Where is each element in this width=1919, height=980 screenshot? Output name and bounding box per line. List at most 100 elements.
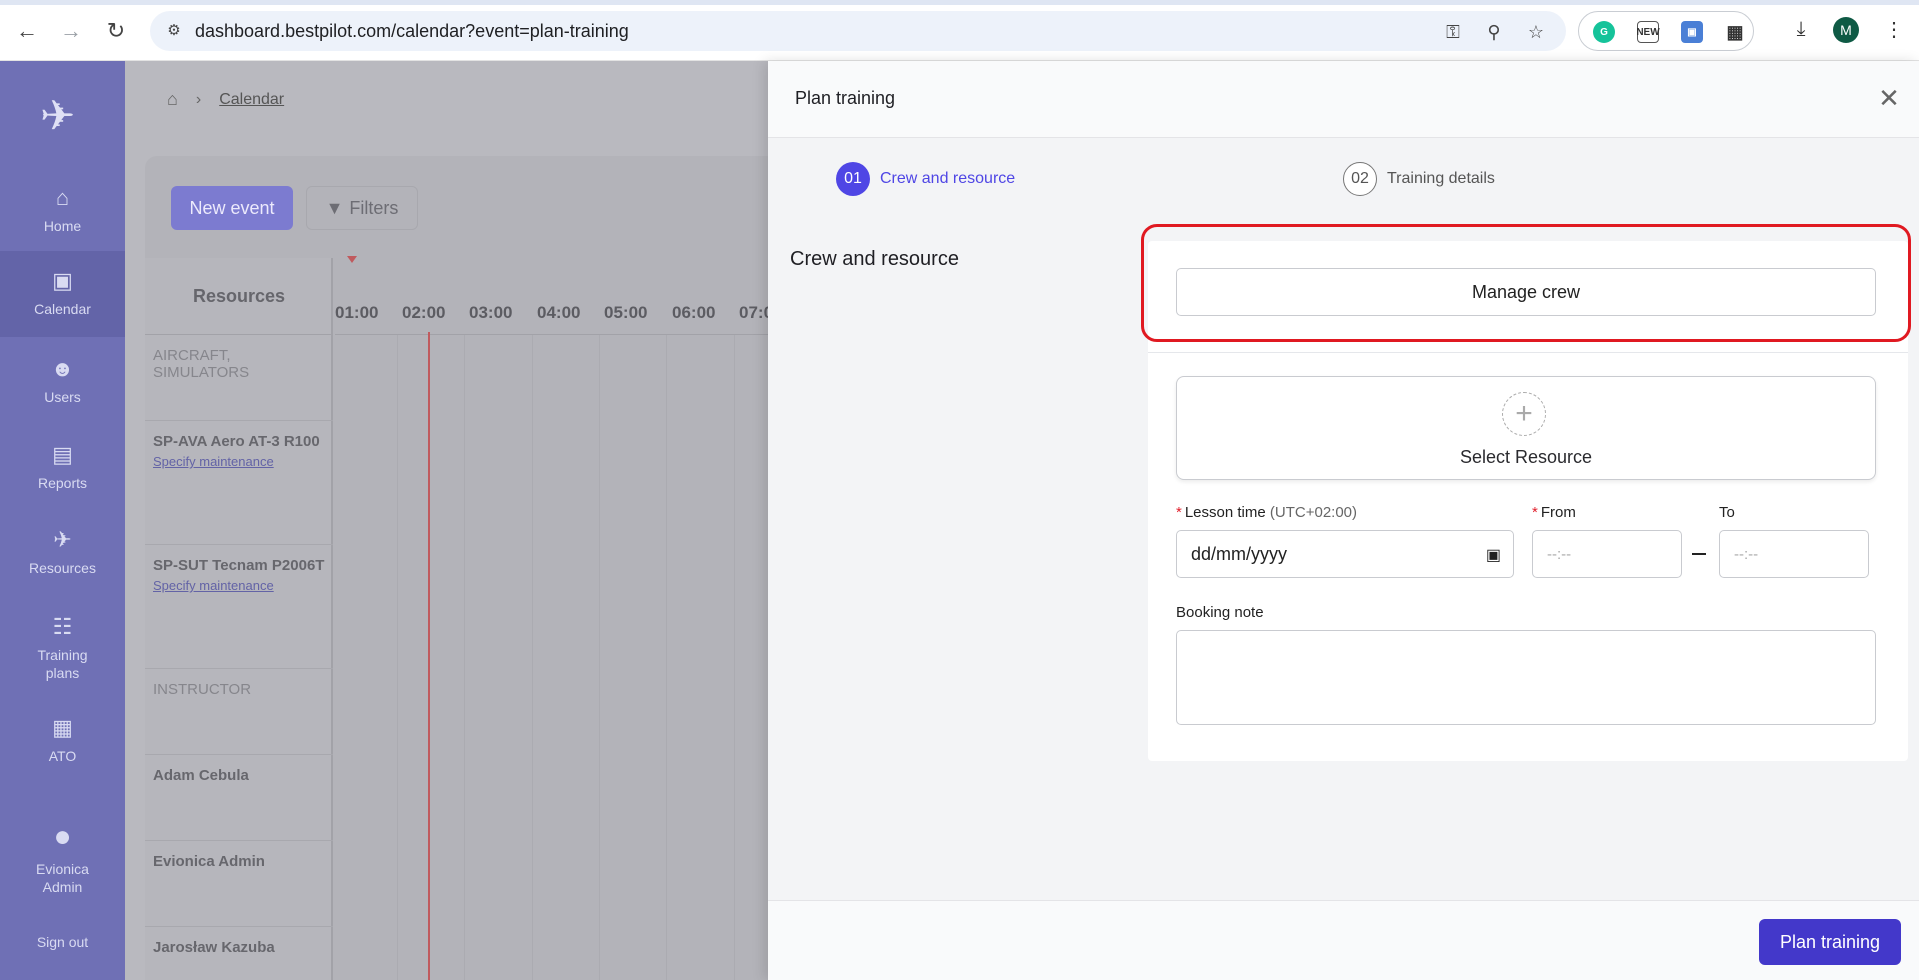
- password-key-icon[interactable]: ⚿: [1442, 21, 1464, 43]
- sidebar-item-label: Sign out: [36, 934, 89, 950]
- browser-menu-icon[interactable]: ⋮: [1879, 14, 1909, 44]
- app-sidebar: ✈ ⌂ Home ▣ Calendar ☻ Users ▤ Reports ✈ …: [0, 61, 125, 980]
- required-marker: *: [1176, 504, 1182, 521]
- grid-line: [599, 335, 600, 980]
- timezone-hint: (UTC+02:00): [1269, 504, 1358, 521]
- specify-maintenance-link[interactable]: Specify maintenance: [153, 578, 325, 593]
- resource-row: Adam Cebula: [145, 755, 333, 841]
- calendar-picker-icon[interactable]: ▣: [1486, 545, 1501, 565]
- from-time-input[interactable]: --:--: [1532, 530, 1682, 578]
- lesson-date-value: dd/mm/yyyy: [1191, 543, 1288, 564]
- booking-note-textarea[interactable]: [1176, 630, 1876, 725]
- hour-label: 04:00: [537, 303, 581, 322]
- hour-label: 02:00: [402, 303, 446, 322]
- zoom-icon[interactable]: ⚲: [1483, 21, 1505, 43]
- hour-label: 05:00: [604, 303, 648, 322]
- back-icon[interactable]: ←: [12, 16, 42, 46]
- drawer-footer: [768, 900, 1919, 980]
- sidebar-item-calendar[interactable]: ▣ Calendar: [0, 251, 125, 337]
- new-extension-icon[interactable]: NEW: [1636, 21, 1660, 43]
- sidebar-item-sign-out[interactable]: Sign out: [0, 917, 125, 967]
- bookmark-star-icon[interactable]: ☆: [1525, 21, 1547, 43]
- plan-training-drawer: Plan training ✕ 01 Crew and resource 02 …: [768, 61, 1919, 980]
- select-resource-button[interactable]: + Select Resource: [1176, 376, 1876, 480]
- step-number: 02: [1343, 162, 1377, 196]
- resources-header: Resources: [145, 258, 333, 335]
- filters-button[interactable]: ▼ Filters: [306, 186, 418, 230]
- booking-note-label: Booking note: [1176, 604, 1264, 621]
- range-dash: [1692, 553, 1706, 555]
- browser-toolbar: ← → ↻ ⚙ dashboard.bestpilot.com/calendar…: [0, 0, 1919, 61]
- plan-training-button[interactable]: Plan training: [1759, 919, 1901, 965]
- book-icon: ☷: [52, 614, 73, 639]
- sidebar-item-label: Reports: [37, 475, 88, 491]
- lesson-date-input[interactable]: dd/mm/yyyy ▣: [1176, 530, 1514, 578]
- sidebar-item-users[interactable]: ☻ Users: [0, 342, 125, 422]
- sidebar-item-label: ATO: [48, 748, 77, 764]
- user-icon: ●: [53, 820, 72, 853]
- airplane-logo-icon[interactable]: ✈: [40, 91, 75, 140]
- sidebar-item-ato[interactable]: ▦ ATO: [0, 701, 125, 781]
- breadcrumb: ⌂ › Calendar: [167, 89, 284, 110]
- download-icon[interactable]: ⤓: [1786, 14, 1816, 44]
- forward-icon[interactable]: →: [56, 16, 86, 46]
- from-text: From: [1540, 504, 1576, 521]
- lesson-time-label: * Lesson time (UTC+02:00): [1176, 504, 1357, 521]
- reload-icon[interactable]: ↻: [101, 16, 131, 46]
- plus-icon: +: [1502, 392, 1546, 436]
- specify-maintenance-link[interactable]: Specify maintenance: [153, 454, 325, 469]
- from-label: * From: [1532, 504, 1576, 521]
- sidebar-item-label: Home: [43, 218, 82, 234]
- select-resource-label: Select Resource: [1459, 447, 1593, 467]
- to-label: To: [1719, 504, 1735, 521]
- sidebar-item-label: Training plans: [37, 647, 88, 681]
- site-info-icon[interactable]: ⚙: [164, 21, 184, 41]
- sidebar-item-home[interactable]: ⌂ Home: [0, 171, 125, 251]
- tab-strip-edge: [0, 0, 1919, 5]
- grid-line: [397, 335, 398, 980]
- category-label: AIRCRAFT, SIMULATORS: [153, 347, 250, 381]
- translate-extension-icon[interactable]: ▣: [1681, 21, 1703, 43]
- step-crew-and-resource[interactable]: 01 Crew and resource: [836, 162, 1015, 196]
- address-bar[interactable]: ⚙ dashboard.bestpilot.com/calendar?event…: [150, 11, 1566, 51]
- sidebar-item-label: Resources: [29, 560, 96, 576]
- hour-label: 06:00: [672, 303, 716, 322]
- users-icon: ☻: [50, 356, 75, 381]
- chevron-right-icon: ›: [195, 90, 202, 108]
- category-row: INSTRUCTOR: [145, 669, 333, 755]
- url-text[interactable]: dashboard.bestpilot.com/calendar?event=p…: [195, 21, 629, 41]
- new-event-button[interactable]: New event: [171, 186, 293, 230]
- sidebar-item-resources[interactable]: ✈ Resources: [0, 513, 125, 593]
- sidebar-item-training-plans[interactable]: ☷ Training plans: [0, 601, 125, 697]
- resource-row: Evionica Admin: [145, 841, 333, 927]
- grid-line: [532, 335, 533, 980]
- highlight-box: [1141, 224, 1911, 342]
- reports-icon: ▤: [52, 442, 73, 467]
- resource-row: SP-AVA Aero AT-3 R100 Specify maintenanc…: [145, 421, 333, 545]
- hour-label: 01:00: [335, 303, 379, 322]
- sidebar-item-label: Users: [44, 389, 81, 405]
- breadcrumb-calendar[interactable]: Calendar: [219, 91, 284, 109]
- sidebar-item-label: Evionica Admin: [36, 861, 89, 895]
- sidebar-item-label: Calendar: [34, 301, 91, 317]
- step-label: Crew and resource: [880, 170, 1016, 187]
- step-training-details[interactable]: 02 Training details: [1343, 162, 1495, 196]
- drawer-title: Plan training: [795, 88, 896, 108]
- lesson-time-text: Lesson time: [1184, 504, 1266, 521]
- close-icon[interactable]: ✕: [1874, 83, 1904, 113]
- extensions-puzzle-icon[interactable]: ▦: [1724, 21, 1746, 43]
- calendar-page: ⌂ › Calendar New event ▼ Filters Resourc…: [125, 61, 768, 980]
- current-time-line: [428, 332, 430, 980]
- grid-line: [666, 335, 667, 980]
- sidebar-item-profile[interactable]: ● Evionica Admin: [0, 811, 125, 907]
- current-time-marker: [347, 256, 357, 263]
- grammarly-extension-icon[interactable]: G: [1593, 21, 1615, 43]
- to-time-input[interactable]: --:--: [1719, 530, 1869, 578]
- sidebar-item-reports[interactable]: ▤ Reports: [0, 428, 125, 508]
- home-icon[interactable]: ⌂: [167, 89, 178, 110]
- resource-name: Adam Cebula: [153, 767, 249, 784]
- step-label: Training details: [1387, 170, 1495, 187]
- plane-icon: ✈: [53, 527, 72, 552]
- resource-row: SP-SUT Tecnam P2006T Specify maintenance: [145, 545, 333, 669]
- profile-avatar[interactable]: M: [1833, 17, 1859, 43]
